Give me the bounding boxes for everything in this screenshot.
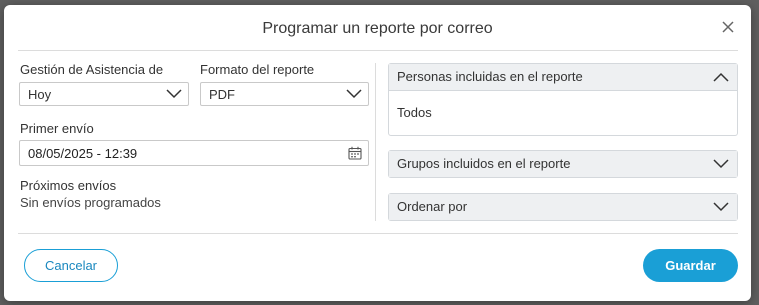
attendance-select[interactable]: Hoy bbox=[19, 82, 189, 106]
people-selection-value: Todos bbox=[397, 105, 432, 120]
chevron-down-icon bbox=[713, 202, 729, 212]
format-select-value: PDF bbox=[209, 87, 235, 102]
header-divider bbox=[18, 50, 738, 51]
close-icon[interactable] bbox=[719, 18, 737, 36]
cancel-button[interactable]: Cancelar bbox=[24, 249, 118, 282]
chevron-up-icon bbox=[713, 72, 729, 82]
attendance-select-value: Hoy bbox=[28, 87, 52, 102]
footer-divider bbox=[18, 233, 738, 234]
calendar-icon[interactable] bbox=[348, 146, 362, 160]
people-accordion-header[interactable]: Personas incluidas en el reporte bbox=[389, 64, 737, 90]
order-accordion-title: Ordenar por bbox=[397, 199, 468, 214]
groups-accordion: Grupos incluidos en el reporte bbox=[388, 150, 738, 178]
people-accordion: Personas incluidas en el reporte Todos bbox=[388, 63, 738, 136]
people-accordion-title: Personas incluidas en el reporte bbox=[397, 69, 583, 84]
chevron-down-icon bbox=[166, 89, 182, 99]
dialog-header: Programar un reporte por correo bbox=[4, 5, 751, 51]
order-accordion: Ordenar por bbox=[388, 193, 738, 221]
order-accordion-header[interactable]: Ordenar por bbox=[389, 194, 737, 220]
first-send-datetime-input[interactable]: 08/05/2025 - 12:39 bbox=[19, 140, 369, 166]
groups-accordion-header[interactable]: Grupos incluidos en el reporte bbox=[389, 151, 737, 177]
column-divider bbox=[375, 63, 376, 221]
chevron-down-icon bbox=[713, 159, 729, 169]
save-button[interactable]: Guardar bbox=[643, 249, 738, 282]
chevron-down-icon bbox=[346, 89, 362, 99]
format-label: Formato del reporte bbox=[200, 62, 315, 77]
next-sends-value: Sin envíos programados bbox=[20, 195, 161, 210]
people-accordion-body: Todos bbox=[389, 90, 737, 135]
dialog-title: Programar un reporte por correo bbox=[262, 20, 493, 37]
schedule-report-dialog: Programar un reporte por correo Gestión … bbox=[4, 5, 751, 301]
next-sends-label: Próximos envíos bbox=[20, 178, 117, 193]
attendance-label: Gestión de Asistencia de bbox=[20, 62, 164, 77]
groups-accordion-title: Grupos incluidos en el reporte bbox=[397, 156, 571, 171]
first-send-label: Primer envío bbox=[20, 121, 94, 136]
first-send-value: 08/05/2025 - 12:39 bbox=[28, 146, 138, 161]
format-select[interactable]: PDF bbox=[200, 82, 369, 106]
